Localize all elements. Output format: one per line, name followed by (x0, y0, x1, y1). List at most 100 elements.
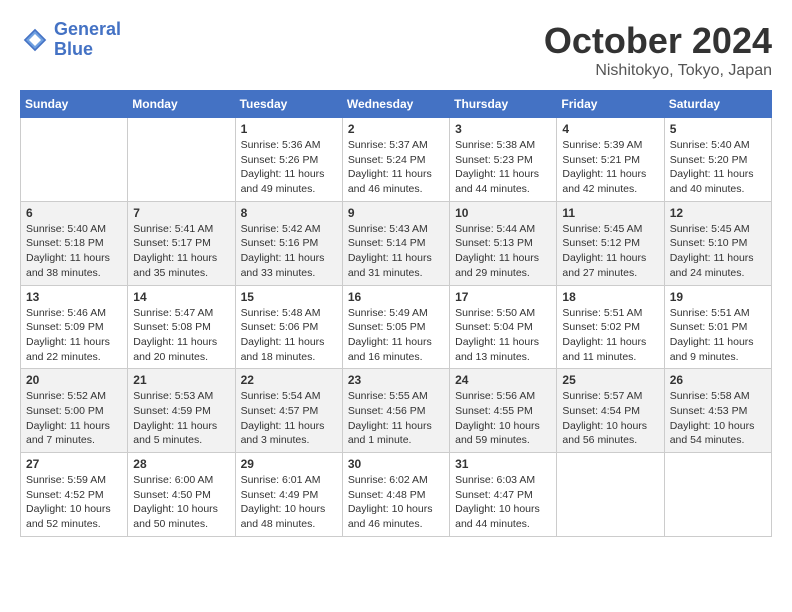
day-number: 21 (133, 373, 229, 387)
title-block: October 2024 Nishitokyo, Tokyo, Japan (544, 20, 772, 80)
calendar-cell: 16 Sunrise: 5:49 AM Sunset: 5:05 PM Dayli… (342, 285, 449, 369)
day-number: 10 (455, 206, 551, 220)
calendar-cell (21, 118, 128, 202)
day-info: Sunrise: 5:43 AM Sunset: 5:14 PM Dayligh… (348, 222, 444, 281)
day-number: 24 (455, 373, 551, 387)
calendar-table: SundayMondayTuesdayWednesdayThursdayFrid… (20, 90, 772, 537)
calendar-cell: 18 Sunrise: 5:51 AM Sunset: 5:02 PM Dayli… (557, 285, 664, 369)
day-number: 22 (241, 373, 337, 387)
calendar-cell: 3 Sunrise: 5:38 AM Sunset: 5:23 PM Daylig… (450, 118, 557, 202)
month-title: October 2024 (544, 20, 772, 62)
day-info: Sunrise: 5:37 AM Sunset: 5:24 PM Dayligh… (348, 138, 444, 197)
day-number: 17 (455, 290, 551, 304)
calendar-cell: 27Sunrise: 5:59 AM Sunset: 4:52 PM Dayli… (21, 453, 128, 537)
day-info: Sunrise: 5:45 AM Sunset: 5:12 PM Dayligh… (562, 222, 658, 281)
day-number: 29 (241, 457, 337, 471)
calendar-cell: 26 Sunrise: 5:58 AM Sunset: 4:53 PM Dayli… (664, 369, 771, 453)
day-info: Sunrise: 5:49 AM Sunset: 5:05 PM Dayligh… (348, 306, 444, 365)
day-number: 28 (133, 457, 229, 471)
day-number: 12 (670, 206, 766, 220)
calendar-cell: 30Sunrise: 6:02 AM Sunset: 4:48 PM Dayli… (342, 453, 449, 537)
day-info: Sunrise: 5:56 AM Sunset: 4:55 PM Dayligh… (455, 389, 551, 448)
calendar-cell: 10Sunrise: 5:44 AM Sunset: 5:13 PM Dayli… (450, 201, 557, 285)
day-info: Sunrise: 5:48 AM Sunset: 5:06 PM Dayligh… (241, 306, 337, 365)
logo-line1: General (54, 19, 121, 39)
day-header-thursday: Thursday (450, 91, 557, 118)
day-header-tuesday: Tuesday (235, 91, 342, 118)
day-number: 26 (670, 373, 766, 387)
day-info: Sunrise: 5:50 AM Sunset: 5:04 PM Dayligh… (455, 306, 551, 365)
day-number: 6 (26, 206, 122, 220)
calendar-cell: 25Sunrise: 5:57 AM Sunset: 4:54 PM Dayli… (557, 369, 664, 453)
day-number: 18 (562, 290, 658, 304)
day-number: 4 (562, 122, 658, 136)
calendar-week-row: 27Sunrise: 5:59 AM Sunset: 4:52 PM Dayli… (21, 453, 772, 537)
day-number: 25 (562, 373, 658, 387)
day-number: 14 (133, 290, 229, 304)
day-number: 23 (348, 373, 444, 387)
day-info: Sunrise: 5:54 AM Sunset: 4:57 PM Dayligh… (241, 389, 337, 448)
day-header-wednesday: Wednesday (342, 91, 449, 118)
day-header-friday: Friday (557, 91, 664, 118)
day-number: 15 (241, 290, 337, 304)
day-info: Sunrise: 6:03 AM Sunset: 4:47 PM Dayligh… (455, 473, 551, 532)
day-info: Sunrise: 5:51 AM Sunset: 5:02 PM Dayligh… (562, 306, 658, 365)
day-header-monday: Monday (128, 91, 235, 118)
logo-icon (20, 25, 50, 55)
location-title: Nishitokyo, Tokyo, Japan (544, 62, 772, 80)
calendar-cell: 6 Sunrise: 5:40 AM Sunset: 5:18 PM Daylig… (21, 201, 128, 285)
calendar-cell: 17 Sunrise: 5:50 AM Sunset: 5:04 PM Dayli… (450, 285, 557, 369)
day-number: 16 (348, 290, 444, 304)
calendar-cell: 1Sunrise: 5:36 AM Sunset: 5:26 PM Daylig… (235, 118, 342, 202)
calendar-cell: 8Sunrise: 5:42 AM Sunset: 5:16 PM Daylig… (235, 201, 342, 285)
calendar-cell: 20Sunrise: 5:52 AM Sunset: 5:00 PM Dayli… (21, 369, 128, 453)
day-number: 9 (348, 206, 444, 220)
calendar-cell: 15 Sunrise: 5:48 AM Sunset: 5:06 PM Dayli… (235, 285, 342, 369)
day-info: Sunrise: 5:53 AM Sunset: 4:59 PM Dayligh… (133, 389, 229, 448)
day-info: Sunrise: 5:39 AM Sunset: 5:21 PM Dayligh… (562, 138, 658, 197)
day-number: 8 (241, 206, 337, 220)
calendar-cell: 19 Sunrise: 5:51 AM Sunset: 5:01 PM Dayli… (664, 285, 771, 369)
day-header-saturday: Saturday (664, 91, 771, 118)
day-info: Sunrise: 5:55 AM Sunset: 4:56 PM Dayligh… (348, 389, 444, 448)
day-info: Sunrise: 5:38 AM Sunset: 5:23 PM Dayligh… (455, 138, 551, 197)
day-info: Sunrise: 6:01 AM Sunset: 4:49 PM Dayligh… (241, 473, 337, 532)
calendar-cell (128, 118, 235, 202)
day-number: 3 (455, 122, 551, 136)
calendar-cell: 21 Sunrise: 5:53 AM Sunset: 4:59 PM Dayli… (128, 369, 235, 453)
day-info: Sunrise: 5:46 AM Sunset: 5:09 PM Dayligh… (26, 306, 122, 365)
calendar-cell: 29 Sunrise: 6:01 AM Sunset: 4:49 PM Dayli… (235, 453, 342, 537)
day-number: 27 (26, 457, 122, 471)
logo-text: General Blue (54, 20, 121, 60)
calendar-header-row: SundayMondayTuesdayWednesdayThursdayFrid… (21, 91, 772, 118)
logo-line2: Blue (54, 39, 93, 59)
day-number: 2 (348, 122, 444, 136)
calendar-cell: 5Sunrise: 5:40 AM Sunset: 5:20 PM Daylig… (664, 118, 771, 202)
day-number: 19 (670, 290, 766, 304)
calendar-cell: 2 Sunrise: 5:37 AM Sunset: 5:24 PM Daylig… (342, 118, 449, 202)
calendar-cell: 9 Sunrise: 5:43 AM Sunset: 5:14 PM Daylig… (342, 201, 449, 285)
day-info: Sunrise: 5:40 AM Sunset: 5:18 PM Dayligh… (26, 222, 122, 281)
day-info: Sunrise: 5:51 AM Sunset: 5:01 PM Dayligh… (670, 306, 766, 365)
calendar-cell: 11 Sunrise: 5:45 AM Sunset: 5:12 PM Dayli… (557, 201, 664, 285)
day-info: Sunrise: 5:40 AM Sunset: 5:20 PM Dayligh… (670, 138, 766, 197)
day-number: 31 (455, 457, 551, 471)
calendar-cell: 14Sunrise: 5:47 AM Sunset: 5:08 PM Dayli… (128, 285, 235, 369)
logo: General Blue (20, 20, 121, 60)
calendar-cell: 4 Sunrise: 5:39 AM Sunset: 5:21 PM Daylig… (557, 118, 664, 202)
calendar-cell: 23 Sunrise: 5:55 AM Sunset: 4:56 PM Dayli… (342, 369, 449, 453)
day-number: 11 (562, 206, 658, 220)
day-number: 13 (26, 290, 122, 304)
day-info: Sunrise: 6:00 AM Sunset: 4:50 PM Dayligh… (133, 473, 229, 532)
calendar-cell: 12 Sunrise: 5:45 AM Sunset: 5:10 PM Dayli… (664, 201, 771, 285)
calendar-cell: 24 Sunrise: 5:56 AM Sunset: 4:55 PM Dayli… (450, 369, 557, 453)
calendar-cell: 22 Sunrise: 5:54 AM Sunset: 4:57 PM Dayli… (235, 369, 342, 453)
day-info: Sunrise: 5:41 AM Sunset: 5:17 PM Dayligh… (133, 222, 229, 281)
calendar-week-row: 13 Sunrise: 5:46 AM Sunset: 5:09 PM Dayli… (21, 285, 772, 369)
calendar-week-row: 1Sunrise: 5:36 AM Sunset: 5:26 PM Daylig… (21, 118, 772, 202)
day-number: 30 (348, 457, 444, 471)
day-number: 20 (26, 373, 122, 387)
day-info: Sunrise: 5:58 AM Sunset: 4:53 PM Dayligh… (670, 389, 766, 448)
day-info: Sunrise: 5:45 AM Sunset: 5:10 PM Dayligh… (670, 222, 766, 281)
calendar-week-row: 6 Sunrise: 5:40 AM Sunset: 5:18 PM Daylig… (21, 201, 772, 285)
